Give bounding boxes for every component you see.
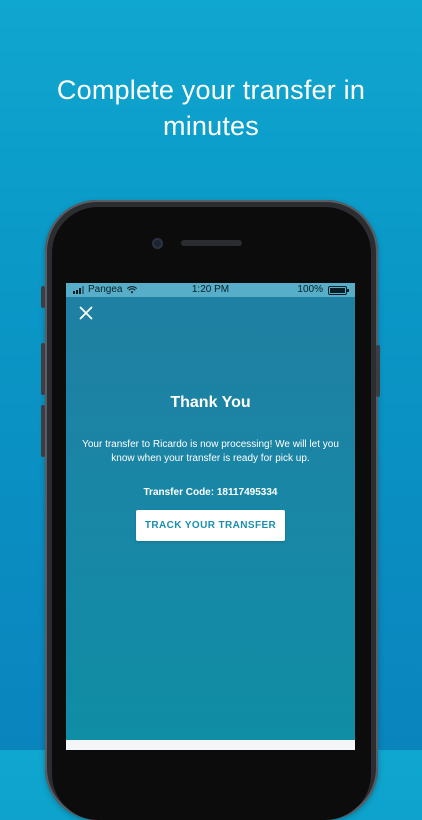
promo-headline: Complete your transfer in minutes	[0, 72, 422, 144]
confirmation-message: Your transfer to Ricardo is now processi…	[82, 439, 339, 464]
track-transfer-button[interactable]: TRACK YOUR TRANSFER	[136, 510, 285, 541]
battery-icon	[328, 285, 349, 295]
phone-volume-down	[41, 405, 45, 457]
close-icon[interactable]	[77, 304, 95, 322]
battery-percent: 100%	[297, 284, 323, 295]
status-bar: Pangea 1:20 PM 100%	[66, 283, 355, 297]
phone-silent-switch	[41, 286, 45, 308]
front-camera	[152, 238, 163, 249]
status-bar-right: 100%	[297, 283, 349, 297]
promo-headline-line2: minutes	[163, 111, 259, 141]
bottom-panel-edge	[66, 740, 355, 750]
phone-power-button	[376, 345, 380, 397]
phone-volume-up	[41, 343, 45, 395]
confirmation-title: Thank You	[170, 394, 251, 411]
promo-headline-line1: Complete your transfer in	[56, 75, 366, 105]
transfer-code: Transfer Code: 18117495334	[143, 487, 278, 498]
earpiece-speaker	[181, 240, 242, 246]
app-screen: Pangea 1:20 PM 100% Thank You Your trans…	[66, 283, 355, 750]
